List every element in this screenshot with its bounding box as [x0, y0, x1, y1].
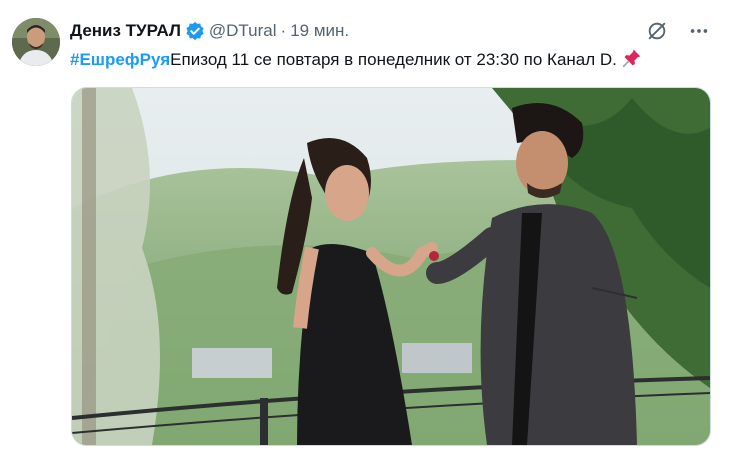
tweet-photo[interactable] [71, 87, 711, 446]
pushpin-icon [622, 48, 642, 68]
hashtag-link[interactable]: #ЕшрефРуя [70, 50, 170, 69]
grok-icon[interactable] [645, 19, 669, 43]
author-avatar[interactable] [12, 18, 60, 66]
author-handle[interactable]: @DTural [209, 21, 277, 41]
tweet-actions [645, 19, 711, 43]
tweet-body: Епизод 11 се повтаря в понеделник от 23:… [170, 50, 617, 69]
author-name[interactable]: Дениз ТУРАЛ [70, 21, 181, 41]
more-icon[interactable] [687, 19, 711, 43]
verified-badge-icon [185, 21, 205, 41]
separator-dot: · [280, 21, 287, 40]
tweet-header: Дениз ТУРАЛ @DTural · 19 мин. [70, 20, 349, 42]
tweet-timestamp[interactable]: 19 мин. [290, 21, 349, 41]
tweet-text: #ЕшрефРуяЕпизод 11 се повтаря в понеделн… [70, 48, 642, 71]
